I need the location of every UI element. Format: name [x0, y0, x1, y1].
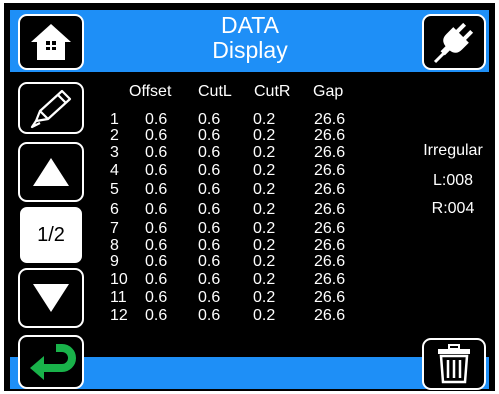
- status-type: Irregular: [423, 142, 483, 159]
- cutl-value: 0.6: [198, 127, 221, 144]
- row-number: 2: [110, 127, 119, 144]
- gap-value: 26.6: [314, 111, 346, 128]
- offset-value: 0.6: [145, 111, 168, 128]
- cutr-value: 0.2: [253, 127, 276, 144]
- gap-value: 26.6: [314, 181, 346, 198]
- scroll-down-button[interactable]: [18, 268, 84, 328]
- cutr-value: 0.2: [253, 220, 276, 237]
- cutl-value: 0.6: [198, 271, 221, 288]
- offset-value: 0.6: [145, 307, 168, 324]
- column-header-gap: Gap: [313, 83, 344, 100]
- gap-value: 26.6: [314, 201, 346, 218]
- row-number: 12: [110, 307, 128, 324]
- return-icon: [30, 344, 76, 380]
- edit-button[interactable]: [18, 82, 84, 134]
- gap-value: 26.6: [314, 127, 346, 144]
- cutr-value: 0.2: [253, 181, 276, 198]
- cutl-value: 0.6: [198, 201, 221, 218]
- scroll-up-button[interactable]: [18, 142, 84, 202]
- row-number: 8: [110, 237, 119, 254]
- arrow-down-icon: [33, 284, 69, 312]
- status-right-count: R:004: [431, 200, 475, 217]
- gap-value: 26.6: [314, 253, 346, 270]
- cutr-value: 0.2: [253, 201, 276, 218]
- gap-value: 26.6: [314, 144, 346, 161]
- page-indicator: 1/2: [18, 205, 84, 265]
- offset-value: 0.6: [145, 181, 168, 198]
- row-number: 6: [110, 201, 119, 218]
- offset-value: 0.6: [145, 220, 168, 237]
- row-number: 3: [110, 144, 119, 161]
- connection-button[interactable]: [422, 14, 486, 70]
- cutr-value: 0.2: [253, 307, 276, 324]
- offset-value: 0.6: [145, 289, 168, 306]
- cutl-value: 0.6: [198, 181, 221, 198]
- cutl-value: 0.6: [198, 220, 221, 237]
- cutl-value: 0.6: [198, 111, 221, 128]
- row-number: 4: [110, 162, 119, 179]
- pencil-icon: [30, 89, 72, 129]
- cutl-value: 0.6: [198, 253, 221, 270]
- arrow-up-icon: [33, 158, 69, 186]
- offset-value: 0.6: [145, 127, 168, 144]
- row-number: 7: [110, 220, 119, 237]
- cutr-value: 0.2: [253, 144, 276, 161]
- cutl-value: 0.6: [198, 237, 221, 254]
- home-icon: [31, 24, 71, 60]
- row-number: 10: [110, 271, 128, 288]
- offset-value: 0.6: [145, 271, 168, 288]
- column-header-cutr: CutR: [254, 83, 291, 100]
- column-header-cutl: CutL: [198, 83, 232, 100]
- cutr-value: 0.2: [253, 111, 276, 128]
- status-left-count: L:008: [432, 172, 474, 189]
- column-header-offset: Offset: [129, 83, 172, 100]
- plug-icon: [433, 22, 474, 64]
- cutr-value: 0.2: [253, 289, 276, 306]
- trash-icon: [438, 344, 470, 384]
- home-button[interactable]: [18, 14, 84, 70]
- offset-value: 0.6: [145, 144, 168, 161]
- row-number: 5: [110, 181, 119, 198]
- offset-value: 0.6: [145, 201, 168, 218]
- back-button[interactable]: [18, 335, 84, 389]
- cutl-value: 0.6: [198, 289, 221, 306]
- gap-value: 26.6: [314, 307, 346, 324]
- page-title: DATA Display: [150, 13, 350, 63]
- row-number: 1: [110, 111, 119, 128]
- cutl-value: 0.6: [198, 162, 221, 179]
- cutl-value: 0.6: [198, 144, 221, 161]
- gap-value: 26.6: [314, 289, 346, 306]
- offset-value: 0.6: [145, 253, 168, 270]
- cutr-value: 0.2: [253, 271, 276, 288]
- title-line-1: DATA: [221, 12, 279, 38]
- delete-button[interactable]: [422, 338, 486, 390]
- offset-value: 0.6: [145, 237, 168, 254]
- row-number: 11: [110, 289, 127, 306]
- cutr-value: 0.2: [253, 162, 276, 179]
- gap-value: 26.6: [314, 220, 346, 237]
- gap-value: 26.6: [314, 237, 346, 254]
- cutl-value: 0.6: [198, 307, 221, 324]
- offset-value: 0.6: [145, 162, 168, 179]
- cutr-value: 0.2: [253, 237, 276, 254]
- gap-value: 26.6: [314, 271, 346, 288]
- row-number: 9: [110, 253, 119, 270]
- title-line-2: Display: [212, 37, 288, 63]
- page-number: 1/2: [37, 223, 65, 246]
- cutr-value: 0.2: [253, 253, 276, 270]
- gap-value: 26.6: [314, 162, 346, 179]
